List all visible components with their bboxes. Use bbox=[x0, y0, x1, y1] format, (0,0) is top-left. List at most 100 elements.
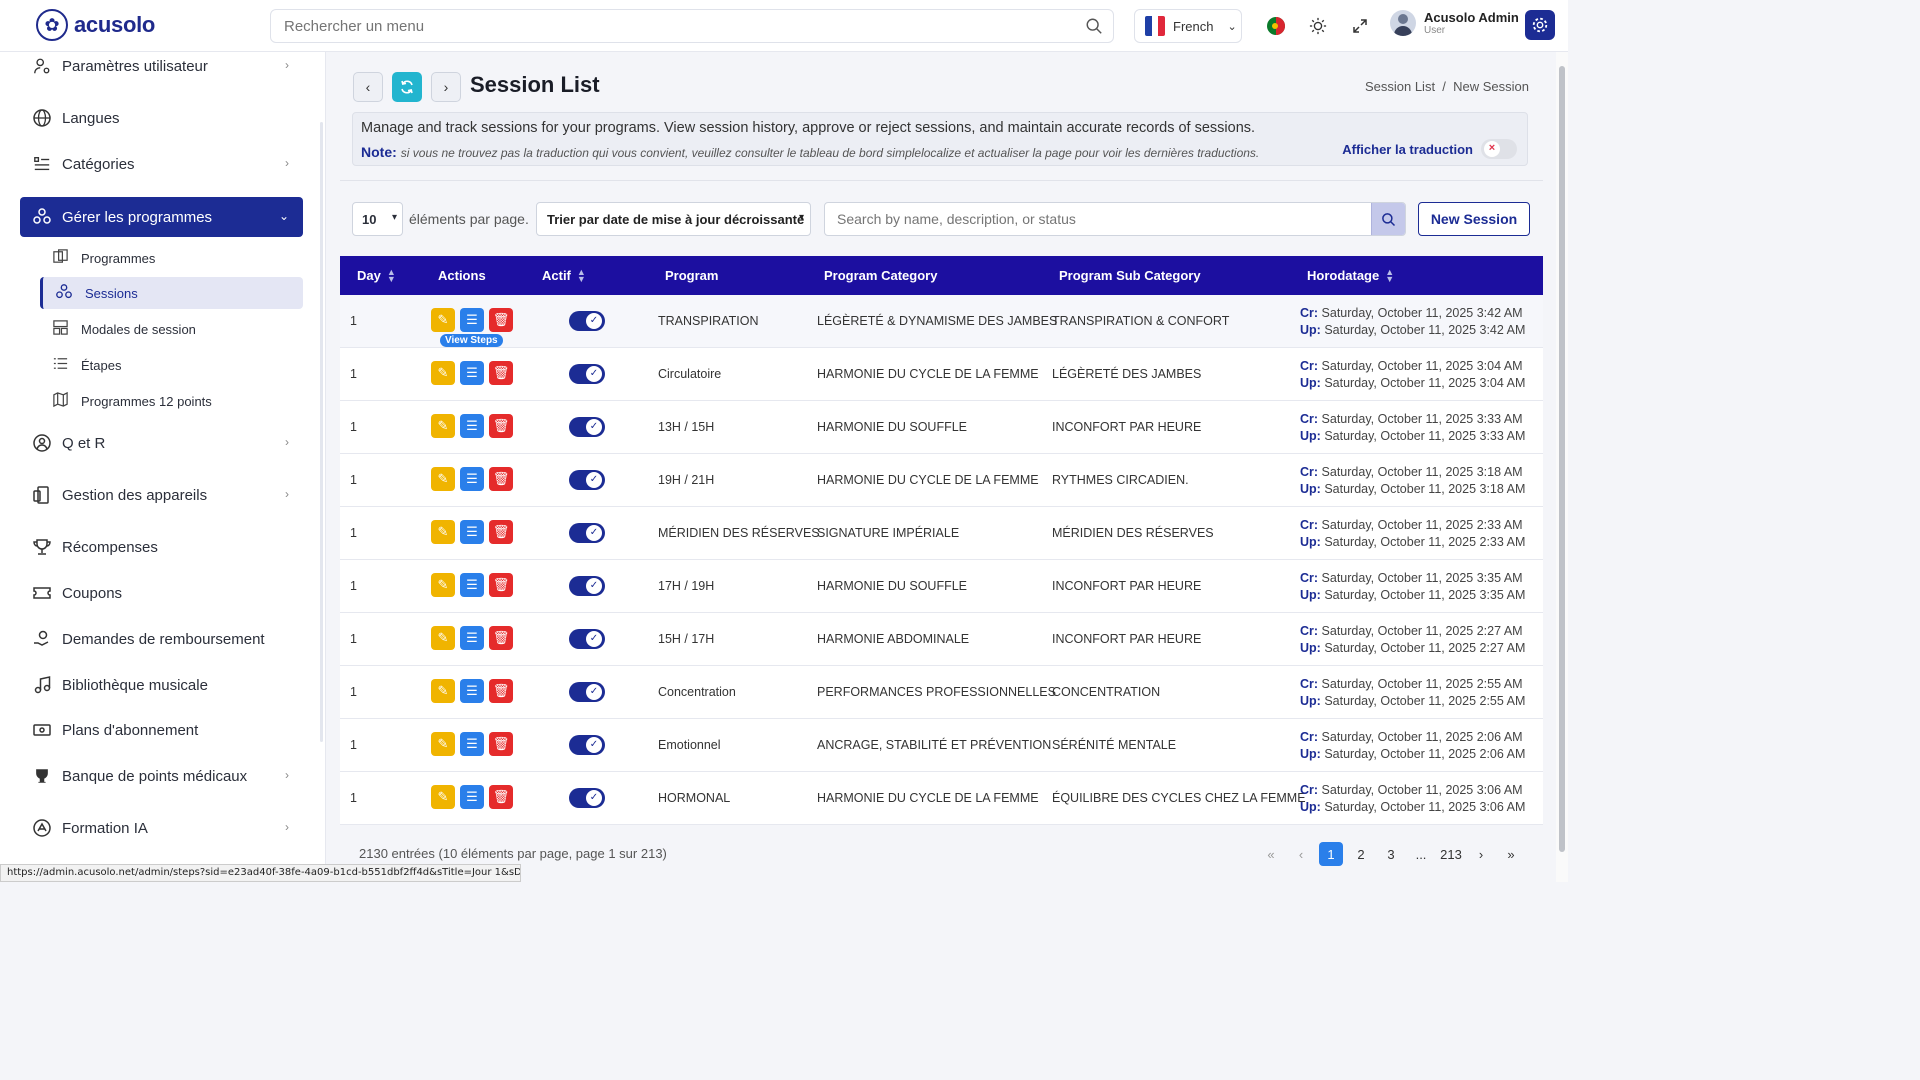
sidebar-item-manage-programs[interactable]: Gérer les programmes ⌄ bbox=[20, 197, 303, 237]
view-steps-button[interactable]: ☰ bbox=[460, 626, 484, 650]
list-icon: ☰ bbox=[466, 630, 478, 645]
delete-button[interactable]: 🗑 bbox=[489, 785, 513, 809]
delete-button[interactable]: 🗑 bbox=[489, 414, 513, 438]
sidebar-item-languages[interactable]: Langues bbox=[20, 98, 303, 138]
delete-button[interactable]: 🗑 bbox=[489, 732, 513, 756]
translation-toggle[interactable] bbox=[1481, 139, 1517, 159]
sidebar-item-categories[interactable]: Catégories › bbox=[20, 144, 303, 184]
sidebar-subitem-steps[interactable]: Étapes bbox=[40, 349, 303, 381]
delete-button[interactable]: 🗑 bbox=[489, 308, 513, 332]
delete-button[interactable]: 🗑 bbox=[489, 573, 513, 597]
table-search-button[interactable] bbox=[1371, 203, 1405, 235]
view-steps-button[interactable]: ☰ bbox=[460, 679, 484, 703]
page-button[interactable]: 3 bbox=[1379, 842, 1403, 866]
forward-button[interactable]: › bbox=[431, 72, 461, 102]
fullscreen-icon[interactable] bbox=[1348, 14, 1372, 38]
new-session-button[interactable]: New Session bbox=[1418, 202, 1530, 236]
sidebar-subitem-programmes[interactable]: Programmes bbox=[40, 242, 303, 274]
sidebar-item-user-settings[interactable]: Paramètres utilisateur › bbox=[20, 52, 303, 86]
edit-button[interactable]: ✎ bbox=[431, 520, 455, 544]
page-scrollbar[interactable] bbox=[1556, 52, 1568, 882]
sidebar-subitem-12-points[interactable]: Programmes 12 points bbox=[40, 385, 303, 417]
sort-select[interactable]: Trier par date de mise à jour décroissan… bbox=[536, 202, 811, 236]
trash-icon: 🗑 bbox=[492, 577, 510, 592]
sidebar-item-rewards[interactable]: Récompenses bbox=[20, 527, 303, 567]
active-toggle[interactable] bbox=[569, 735, 605, 755]
updated-label: Up: bbox=[1300, 481, 1321, 496]
header-day[interactable]: Day ▲ ▼ bbox=[357, 267, 396, 283]
sidebar-item-ai-training[interactable]: Formation IA › bbox=[20, 808, 303, 848]
view-steps-button[interactable]: ☰ bbox=[460, 520, 484, 544]
sidebar-item-devices[interactable]: Gestion des appareils › bbox=[20, 475, 303, 515]
settings-button[interactable] bbox=[1525, 10, 1555, 40]
active-toggle[interactable] bbox=[569, 682, 605, 702]
sidebar-item-medical-points[interactable]: Banque de points médicaux › bbox=[20, 756, 303, 796]
refresh-button[interactable] bbox=[392, 72, 422, 102]
sidebar-item-music-library[interactable]: Bibliothèque musicale bbox=[20, 665, 303, 705]
logo[interactable]: ✿ acusolo bbox=[36, 9, 155, 41]
table-row: 1 ✎ ☰ 🗑 Concentration PERFORMANCES PROFESSION… bbox=[340, 666, 1543, 719]
breadcrumb[interactable]: Session List / New Session bbox=[1365, 79, 1529, 94]
portugal-flag-icon[interactable] bbox=[1264, 14, 1288, 38]
view-steps-button[interactable]: ☰ bbox=[460, 361, 484, 385]
per-page-select[interactable]: 10 ▾ bbox=[352, 202, 403, 236]
prev-page-button[interactable]: ‹ bbox=[1289, 842, 1313, 866]
edit-button[interactable]: ✎ bbox=[431, 361, 455, 385]
edit-button[interactable]: ✎ bbox=[431, 679, 455, 703]
table-search-input[interactable] bbox=[825, 203, 1365, 235]
header-active[interactable]: Actif ▲ ▼ bbox=[542, 267, 586, 283]
delete-button[interactable]: 🗑 bbox=[489, 679, 513, 703]
scrollbar-thumb[interactable] bbox=[1559, 66, 1565, 852]
menu-search-input[interactable] bbox=[271, 10, 1051, 42]
sidebar-item-subscriptions[interactable]: Plans d'abonnement bbox=[20, 710, 303, 750]
sidebar-item-refunds[interactable]: Demandes de remboursement bbox=[20, 619, 303, 659]
active-toggle[interactable] bbox=[569, 788, 605, 808]
created-at: Saturday, October 11, 2025 2:06 AM bbox=[1321, 730, 1523, 744]
delete-button[interactable]: 🗑 bbox=[489, 467, 513, 491]
active-toggle[interactable] bbox=[569, 576, 605, 596]
edit-button[interactable]: ✎ bbox=[431, 785, 455, 809]
theme-sun-icon[interactable] bbox=[1306, 14, 1330, 38]
edit-button[interactable]: ✎ bbox=[431, 308, 455, 332]
active-toggle[interactable] bbox=[569, 470, 605, 490]
note-label: Note: bbox=[361, 144, 397, 160]
view-steps-button[interactable]: ☰ bbox=[460, 308, 484, 332]
view-steps-button[interactable]: ☰ bbox=[460, 785, 484, 809]
sidebar-subitem-sessions[interactable]: Sessions bbox=[40, 277, 303, 309]
active-toggle[interactable] bbox=[569, 364, 605, 384]
last-page-button[interactable]: » bbox=[1499, 842, 1523, 866]
active-toggle[interactable] bbox=[569, 629, 605, 649]
medical-icon bbox=[32, 766, 52, 786]
sidebar-item-qa[interactable]: Q et R › bbox=[20, 423, 303, 463]
view-steps-button[interactable]: ☰ bbox=[460, 414, 484, 438]
sidebar-scrollbar[interactable] bbox=[320, 122, 323, 742]
view-steps-button[interactable]: ☰ bbox=[460, 467, 484, 491]
next-page-button[interactable]: › bbox=[1469, 842, 1493, 866]
header-timestamp[interactable]: Horodatage ▲ ▼ bbox=[1307, 267, 1394, 283]
edit-button[interactable]: ✎ bbox=[431, 467, 455, 491]
refund-icon bbox=[32, 629, 52, 649]
search-icon[interactable] bbox=[1085, 17, 1103, 35]
back-button[interactable]: ‹ bbox=[353, 72, 383, 102]
view-steps-button[interactable]: ☰ bbox=[460, 732, 484, 756]
edit-button[interactable]: ✎ bbox=[431, 414, 455, 438]
delete-button[interactable]: 🗑 bbox=[489, 520, 513, 544]
sidebar-item-coupons[interactable]: Coupons bbox=[20, 573, 303, 613]
edit-button[interactable]: ✎ bbox=[431, 626, 455, 650]
user-menu[interactable]: Acusolo Admin User bbox=[1390, 10, 1519, 36]
page-button[interactable]: 2 bbox=[1349, 842, 1373, 866]
active-toggle[interactable] bbox=[569, 311, 605, 331]
created-at: Saturday, October 11, 2025 2:27 AM bbox=[1321, 624, 1523, 638]
language-selector[interactable]: French ⌄ bbox=[1134, 9, 1242, 43]
sidebar-subitem-session-modals[interactable]: Modales de session bbox=[40, 313, 303, 345]
page-button[interactable]: 1 bbox=[1319, 842, 1343, 866]
active-toggle[interactable] bbox=[569, 523, 605, 543]
edit-button[interactable]: ✎ bbox=[431, 732, 455, 756]
page-button[interactable]: 213 bbox=[1439, 842, 1463, 866]
active-toggle[interactable] bbox=[569, 417, 605, 437]
delete-button[interactable]: 🗑 bbox=[489, 626, 513, 650]
first-page-button[interactable]: « bbox=[1259, 842, 1283, 866]
delete-button[interactable]: 🗑 bbox=[489, 361, 513, 385]
edit-button[interactable]: ✎ bbox=[431, 573, 455, 597]
view-steps-button[interactable]: ☰ bbox=[460, 573, 484, 597]
